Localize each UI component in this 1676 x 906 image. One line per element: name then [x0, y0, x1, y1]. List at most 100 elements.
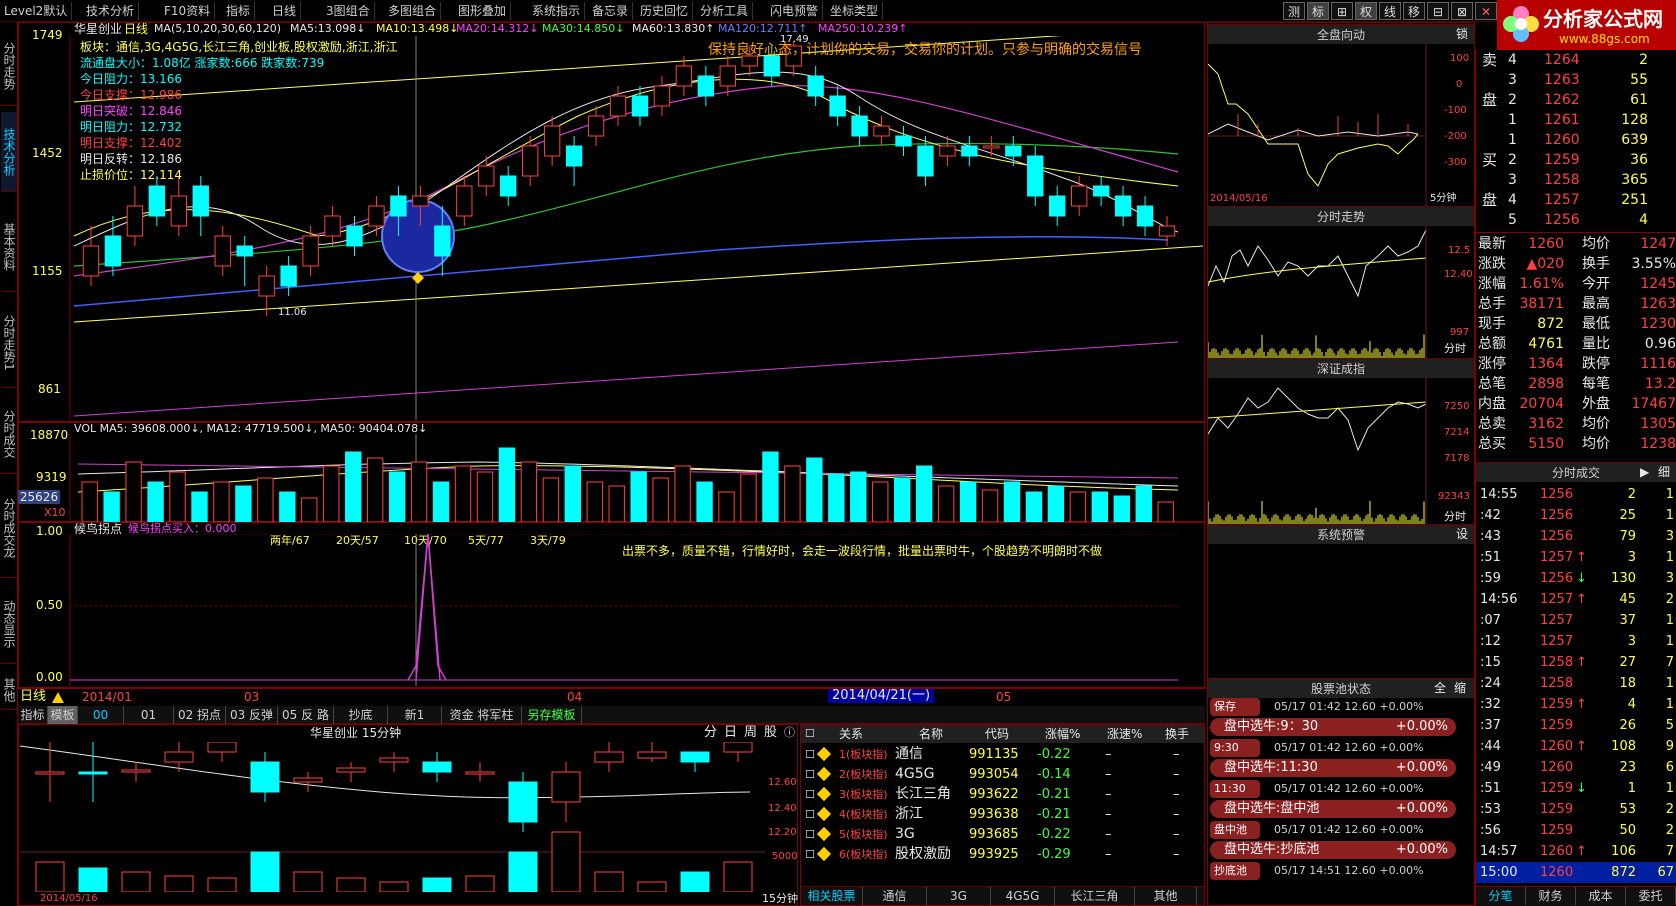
- nav-dynamic[interactable]: 动态显示: [1, 584, 17, 664]
- row-checkbox[interactable]: ☐: [805, 784, 815, 805]
- pool-bar[interactable]: 盘中选牛:盘中池 +0.00%: [1210, 800, 1456, 818]
- rtab-other[interactable]: 其他: [1135, 887, 1197, 905]
- pool-bar[interactable]: 盘中选牛:11:30 +0.00%: [1210, 759, 1456, 777]
- tick-row[interactable]: :56 1259 50 2: [1476, 820, 1676, 841]
- menu-tech-analysis[interactable]: 技术分析: [82, 2, 140, 20]
- ticks-detail-button[interactable]: 细: [1658, 465, 1670, 479]
- tick-row[interactable]: :07 1257 37 1: [1476, 610, 1676, 631]
- rtab-related[interactable]: 相关股票: [801, 887, 863, 905]
- row-checkbox[interactable]: ☐: [805, 824, 815, 845]
- btab-orders[interactable]: 委托: [1626, 887, 1676, 905]
- sell-level[interactable]: 3 1263 55: [1476, 70, 1676, 91]
- pool-entry[interactable]: 抄底池 05/17 14:51 12.60 +0.00%: [1210, 862, 1456, 880]
- sell-level[interactable]: 1 1261 128: [1476, 110, 1676, 131]
- nav-ticks[interactable]: 分时成交: [1, 394, 17, 474]
- sell-level[interactable]: 卖 4 1264 2: [1476, 50, 1676, 71]
- rtab-yangtze[interactable]: 长江三角: [1055, 887, 1135, 905]
- menu-f10[interactable]: F10资料: [160, 2, 216, 20]
- rights-button[interactable]: 权: [1355, 2, 1377, 20]
- tpl-new1[interactable]: 新1: [388, 706, 442, 724]
- tick-row[interactable]: :42 1256 25 1: [1476, 505, 1676, 526]
- menu-system-indicator[interactable]: 系统指示: [528, 2, 586, 20]
- tick-row[interactable]: 14:55 1256 2 1: [1476, 484, 1676, 505]
- tpl-00[interactable]: 00: [78, 706, 124, 724]
- pool-all-button[interactable]: 全: [1434, 681, 1446, 695]
- menu-history[interactable]: 历史回忆: [636, 2, 694, 20]
- menu-3chart[interactable]: 3图组合: [322, 2, 375, 20]
- move-button[interactable]: 移: [1403, 2, 1425, 20]
- pool-entry[interactable]: 盘中池 05/17 01:42 12.60 +0.00%: [1210, 821, 1456, 839]
- ticks-expand-icon[interactable]: ▶: [1640, 465, 1649, 479]
- pool-collapse-button[interactable]: 缩: [1454, 681, 1466, 695]
- restore-button[interactable]: ⊠: [1451, 2, 1473, 20]
- tpl-03[interactable]: 03 反弹: [226, 706, 278, 724]
- btab-cost[interactable]: 成本: [1576, 887, 1626, 905]
- tpl-01[interactable]: 01: [124, 706, 174, 724]
- tpl-fund[interactable]: 资金 将军柱: [442, 706, 522, 724]
- tick-row[interactable]: :15 1258 ↑ 27 7: [1476, 652, 1676, 673]
- pool-entry[interactable]: 保存 05/17 01:42 12.60 +0.00%: [1210, 698, 1456, 716]
- tick-row[interactable]: 15:00 1260 872 67: [1476, 862, 1676, 883]
- lock-button[interactable]: 锁: [1456, 27, 1468, 41]
- nav-minute-chart[interactable]: 分时走势: [1, 26, 17, 106]
- nav-ticks-dragon[interactable]: 分时成交龙: [1, 478, 17, 578]
- btab-finance[interactable]: 财务: [1526, 887, 1576, 905]
- buy-level[interactable]: 盘 4 1257 251: [1476, 190, 1676, 211]
- menu-daily[interactable]: 日线: [268, 2, 302, 20]
- col-code[interactable]: 代码: [985, 727, 1009, 741]
- pool-entry[interactable]: 9:30 05/17 01:42 12.60 +0.00%: [1210, 739, 1456, 757]
- header-check-icon[interactable]: ☐: [805, 727, 815, 741]
- menu-memo[interactable]: 备忘录: [588, 2, 634, 20]
- related-row[interactable]: ☐ 2(板块指) 4G5G 993054 -0.14 – –: [805, 764, 1205, 785]
- tick-row[interactable]: :12 1257 3 1: [1476, 631, 1676, 652]
- mini-btn-stock[interactable]: 股: [764, 726, 777, 740]
- rtab-telecom[interactable]: 通信: [863, 887, 927, 905]
- mini-btn-week[interactable]: 周: [744, 726, 757, 740]
- buy-level[interactable]: 5 1256 4: [1476, 210, 1676, 231]
- nav-tech-analysis[interactable]: 技术分析: [1, 112, 17, 192]
- buy-level[interactable]: 3 1258 365: [1476, 170, 1676, 191]
- row-checkbox[interactable]: ☐: [805, 844, 815, 865]
- tpl-bottom[interactable]: 抄底: [334, 706, 388, 724]
- line-button[interactable]: 线: [1379, 2, 1401, 20]
- alert-settings-button[interactable]: 设: [1456, 527, 1468, 541]
- menu-flash-alert[interactable]: 闪电预警: [766, 2, 824, 20]
- col-turnover[interactable]: 换手: [1165, 727, 1189, 741]
- minimize-button[interactable]: ⊟: [1427, 2, 1449, 20]
- related-row[interactable]: ☐ 3(板块指) 长江三角 993622 -0.21 – –: [805, 784, 1205, 805]
- row-checkbox[interactable]: ☐: [805, 764, 815, 785]
- tick-row[interactable]: :44 1260 ↑ 108 9: [1476, 736, 1676, 757]
- tpl-indicator[interactable]: 指标: [18, 706, 48, 724]
- grid-button[interactable]: ⊞: [1331, 2, 1353, 20]
- sell-level[interactable]: 盘 2 1262 61: [1476, 90, 1676, 111]
- buy-level[interactable]: 1 1260 639: [1476, 130, 1676, 151]
- menu-overlay[interactable]: 图形叠加: [454, 2, 512, 20]
- tick-row[interactable]: :53 1259 53 2: [1476, 799, 1676, 820]
- pool-bar[interactable]: 盘中选牛:9：30 +0.00%: [1210, 718, 1456, 736]
- mini-info-icon[interactable]: ⓘ: [784, 726, 795, 740]
- menu-indicator[interactable]: 指标: [222, 2, 256, 20]
- menu-multichart[interactable]: 多图组合: [384, 2, 442, 20]
- mini-btn-day[interactable]: 日: [724, 726, 737, 740]
- related-row[interactable]: ☐ 4(板块指) 浙江 993638 -0.21 – –: [805, 804, 1205, 825]
- tick-row[interactable]: 14:57 1260 ↑ 106 7: [1476, 841, 1676, 862]
- buy-level[interactable]: 买 2 1259 36: [1476, 150, 1676, 171]
- related-row[interactable]: ☐ 6(板块指) 股权激励 993925 -0.29 – –: [805, 844, 1205, 865]
- tick-row[interactable]: :51 1257 ↑ 3 1: [1476, 547, 1676, 568]
- related-row[interactable]: ☐ 5(板块指) 3G 993685 -0.22 – –: [805, 824, 1205, 845]
- col-relation[interactable]: 关系: [839, 727, 863, 741]
- nav-other[interactable]: 其他: [1, 670, 17, 710]
- tick-row[interactable]: :51 1259 ↓ 1 1: [1476, 778, 1676, 799]
- close-button[interactable]: ✕: [1475, 2, 1497, 20]
- row-checkbox[interactable]: ☐: [805, 744, 815, 765]
- tick-row[interactable]: :37 1259 26 5: [1476, 715, 1676, 736]
- tick-row[interactable]: :24 1258 18 1: [1476, 673, 1676, 694]
- related-row[interactable]: ☐ 1(板块指) 通信 991135 -0.22 – –: [805, 744, 1205, 765]
- col-change[interactable]: 涨幅%: [1045, 727, 1080, 741]
- tick-row[interactable]: :32 1259 ↑ 4 1: [1476, 694, 1676, 715]
- tpl-05[interactable]: 05 反 路: [278, 706, 334, 724]
- mini-btn-min[interactable]: 分: [704, 726, 717, 740]
- col-name[interactable]: 名称: [919, 727, 943, 741]
- rtab-3g[interactable]: 3G: [927, 887, 991, 905]
- tick-row[interactable]: 14:56 1257 ↑ 45 2: [1476, 589, 1676, 610]
